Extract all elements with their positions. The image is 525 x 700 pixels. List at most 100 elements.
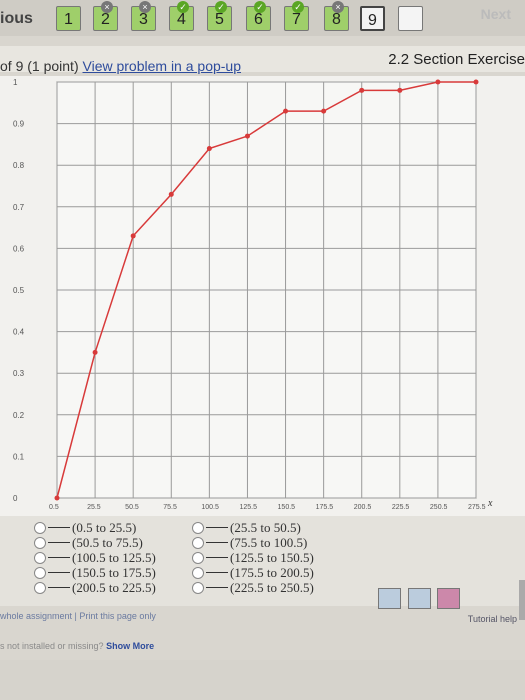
option-left-3-arrow-icon (48, 572, 70, 573)
option-left-0-label: (0.5 to 25.5) (72, 520, 137, 535)
question-info: of 9 (1 point) View problem in a pop-up (0, 58, 241, 74)
bottom-area (0, 660, 525, 700)
y-tick-label: 0.8 (13, 161, 25, 170)
checkmark-icon: ✓ (177, 1, 189, 13)
option-right-0-radio[interactable] (192, 522, 204, 534)
question-3-button[interactable]: × 3 (131, 1, 156, 31)
y-tick-label: 0.7 (13, 203, 25, 212)
data-point (283, 108, 289, 114)
data-point (244, 133, 250, 139)
data-point (435, 79, 441, 85)
option-left-2-label: (100.5 to 125.5) (72, 550, 156, 565)
data-point (321, 108, 327, 114)
missing-plugin-text: s not installed or missing? (0, 641, 104, 651)
option-right-1-arrow-icon (206, 542, 228, 543)
option-left-1-label: (50.5 to 75.5) (72, 535, 143, 550)
x-icon: × (139, 1, 151, 13)
x-axis-label: x (487, 498, 493, 509)
y-tick-label: 0.3 (13, 369, 25, 378)
checkmark-icon: ✓ (215, 1, 227, 13)
option-left-0-radio[interactable] (34, 522, 46, 534)
x-tick-label: 225.5 (392, 504, 410, 511)
graph-tool-icon[interactable] (378, 588, 402, 609)
option-right-3-label: (175.5 to 200.5) (230, 565, 314, 580)
option-right-2-arrow-icon (206, 557, 228, 558)
x-tick-label: 250.5 (430, 504, 448, 511)
option-right-3-arrow-icon (206, 572, 228, 573)
x-tick-label: 0.5 (49, 504, 59, 511)
scrollbar[interactable] (519, 580, 525, 620)
question-5-button[interactable]: ✓ 5 (207, 1, 232, 31)
option-right-3-radio[interactable] (192, 567, 204, 579)
data-point (54, 495, 60, 501)
data-point (359, 87, 365, 93)
data-point (130, 233, 136, 239)
option-left-2-arrow-icon (48, 557, 70, 558)
option-right-0-arrow-icon (206, 527, 228, 528)
question-8-button[interactable]: × 8 (324, 1, 349, 31)
option-left-3-radio[interactable] (34, 567, 46, 579)
question-progress: of 9 (1 point) (0, 58, 79, 74)
option-right-2-label: (125.5 to 150.5) (230, 550, 314, 565)
y-tick-label: 1 (13, 78, 18, 87)
option-right-4-arrow-icon (206, 587, 228, 588)
y-tick-label: 0.5 (13, 286, 25, 295)
option-right-4-label: (225.5 to 250.5) (230, 580, 314, 595)
data-point (92, 349, 98, 355)
y-tick-label: 0 (13, 494, 18, 503)
x-tick-label: 75.5 (163, 504, 177, 511)
checkmark-icon: ✓ (292, 1, 304, 13)
x-tick-label: 200.5 (354, 504, 372, 511)
question-6-button[interactable]: ✓ 6 (246, 1, 271, 31)
x-tick-label: 125.5 (239, 504, 257, 511)
toolbar (376, 588, 460, 614)
option-right-4-radio[interactable] (192, 582, 204, 594)
x-tick-label: 50.5 (125, 504, 139, 511)
question-9-button[interactable]: 9 (360, 6, 385, 31)
question-4-button[interactable]: ✓ 4 (169, 1, 194, 31)
y-tick-label: 0.4 (13, 328, 25, 337)
question-nav: ious 1 × 2 × 3 ✓ 4 ✓ 5 ✓ 6 ✓ 7 × 8 9 Nex… (0, 0, 525, 36)
question-1-button[interactable]: 1 (56, 6, 81, 31)
y-tick-label: 0.6 (13, 244, 25, 253)
plugin-message: s not installed or missing? Show More (0, 641, 154, 651)
option-right-2-radio[interactable] (192, 552, 204, 564)
footer-links[interactable]: whole assignment | Print this page only (0, 611, 156, 621)
option-left-1-arrow-icon (48, 542, 70, 543)
checkmark-icon: ✓ (254, 1, 266, 13)
option-right-1-label: (75.5 to 100.5) (230, 535, 308, 550)
option-left-3-label: (150.5 to 175.5) (72, 565, 156, 580)
option-left-1-radio[interactable] (34, 537, 46, 549)
calculator-icon[interactable] (407, 588, 431, 609)
question-10-button[interactable] (398, 6, 423, 31)
help-icon[interactable] (437, 588, 460, 609)
x-tick-label: 175.5 (316, 504, 334, 511)
option-left-4-radio[interactable] (34, 582, 46, 594)
x-icon: × (332, 1, 344, 13)
data-point (206, 146, 212, 152)
option-left-4-label: (200.5 to 225.5) (72, 580, 156, 595)
option-left-0-arrow-icon (48, 527, 70, 528)
x-tick-label: 25.5 (87, 504, 101, 511)
option-left-2-radio[interactable] (34, 552, 46, 564)
y-tick-label: 0.1 (13, 452, 25, 461)
previous-link[interactable]: ious (0, 10, 33, 28)
x-tick-label: 100.5 (201, 504, 219, 511)
question-2-button[interactable]: × 2 (93, 1, 118, 31)
ogive-chart: 0 0.1 0.2 0.3 0.4 0.5 0.6 0.7 0.8 0.9 1 0.5 25.5 50.5… (0, 76, 525, 516)
show-more-link[interactable]: Show More (106, 641, 154, 651)
section-title: 2.2 Section Exercise (388, 51, 525, 68)
question-7-button[interactable]: ✓ 7 (284, 1, 309, 31)
y-tick-label: 0.9 (13, 120, 25, 129)
option-right-0-label: (25.5 to 50.5) (230, 520, 301, 535)
popup-link[interactable]: View problem in a pop-up (83, 58, 242, 74)
data-point (168, 191, 174, 197)
x-icon: × (101, 1, 113, 13)
next-button[interactable]: Next (481, 6, 511, 22)
option-right-1-radio[interactable] (192, 537, 204, 549)
data-point (473, 79, 479, 85)
y-tick-label: 0.2 (13, 411, 25, 420)
x-tick-label: 150.5 (278, 504, 296, 511)
x-tick-label: 275.5 (468, 504, 486, 511)
tutorial-help-link[interactable]: Tutorial help (468, 614, 517, 624)
